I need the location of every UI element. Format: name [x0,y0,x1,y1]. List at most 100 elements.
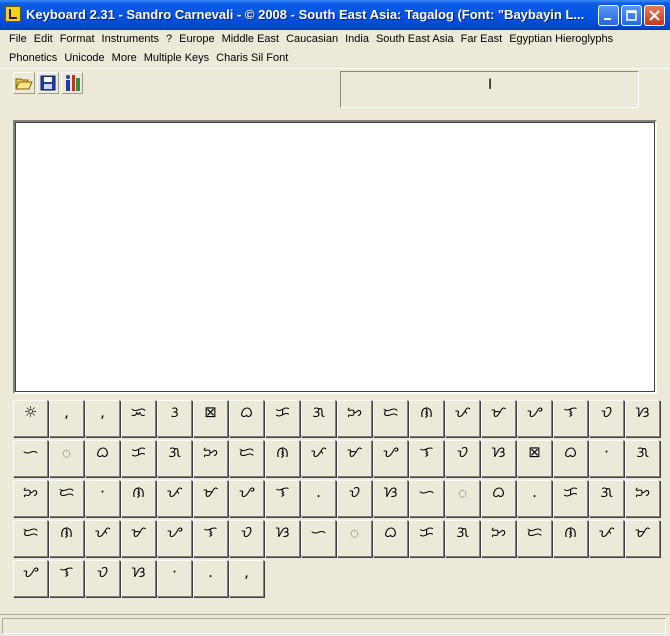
key-r2-c3[interactable]: ᜊ [85,440,120,477]
key-r4-c8[interactable]: ᜐ [265,520,300,557]
close-button[interactable] [644,5,665,26]
key-r2-c15[interactable]: ⊠ [517,440,552,477]
menu-item-europe[interactable]: Europe [170,31,214,49]
key-r5-c6[interactable]: . [193,560,228,597]
menu-item-far-east[interactable]: Far East [452,31,503,49]
key-r2-c4[interactable]: ᜃ [121,440,156,477]
menu-item-egyptian-hieroglyphs[interactable]: Egyptian Hieroglyphs [500,31,613,49]
save-button[interactable] [37,72,59,94]
open-button[interactable] [13,72,35,94]
key-r1-c14[interactable]: ᜋ [481,400,516,437]
key-r4-c14[interactable]: ᜅ [481,520,516,557]
key-r1-c8[interactable]: ᜃ [265,400,300,437]
key-r2-c14[interactable]: ᜐ [481,440,516,477]
menu-item-south-east-asia[interactable]: South East Asia [367,31,454,49]
key-r4-c3[interactable]: ᜉ [85,520,120,557]
key-r3-c9[interactable]: . [301,480,336,517]
key-r4-c18[interactable]: ᜋ [625,520,660,557]
key-r2-c6[interactable]: ᜅ [193,440,228,477]
key-r1-c10[interactable]: ᜅ [337,400,372,437]
key-r1-c13[interactable]: ᜉ [445,400,480,437]
minimize-button[interactable] [598,5,619,26]
key-r4-c9[interactable]: ᜑ [301,520,336,557]
key-r3-c14[interactable]: ᜊ [481,480,516,517]
key-r1-c17[interactable]: ᜏ [589,400,624,437]
key-r4-c4[interactable]: ᜋ [121,520,156,557]
key-r4-c13[interactable]: ᜄ [445,520,480,557]
key-r3-c7[interactable]: ᜌ [229,480,264,517]
key-r4-c6[interactable]: ᜎ [193,520,228,557]
key-r5-c5[interactable]: · [157,560,192,597]
key-r3-c15[interactable]: . [517,480,552,517]
menu-item-india[interactable]: India [336,31,369,49]
key-r1-c12[interactable]: ᜈ [409,400,444,437]
key-r1-c18[interactable]: ᜐ [625,400,660,437]
menu-item-charis-sil-font[interactable]: Charis Sil Font [207,50,288,68]
menu-item-instruments[interactable]: Instruments [93,31,159,49]
menu-item-caucasian[interactable]: Caucasian [277,31,338,49]
menu-item-phonetics[interactable]: Phonetics [0,50,57,68]
maximize-button[interactable] [621,5,642,26]
key-r3-c10[interactable]: ᜏ [337,480,372,517]
key-r5-c7[interactable]: , [229,560,264,597]
key-r3-c11[interactable]: ᜐ [373,480,408,517]
menu-item-unicode[interactable]: Unicode [55,50,104,68]
key-r2-c1[interactable]: ᜑ [13,440,48,477]
key-r3-c6[interactable]: ᜋ [193,480,228,517]
key-r2-c8[interactable]: ᜈ [265,440,300,477]
key-r1-c1[interactable]: ☼ [13,400,48,437]
key-r3-c8[interactable]: ᜎ [265,480,300,517]
menu-item-middle-east[interactable]: Middle East [213,31,279,49]
key-r3-c3[interactable]: · [85,480,120,517]
key-r4-c11[interactable]: ᜊ [373,520,408,557]
key-r3-c2[interactable]: ᜇ [49,480,84,517]
key-r4-c5[interactable]: ᜌ [157,520,192,557]
key-r2-c16[interactable]: ᜊ [553,440,588,477]
key-r2-c18[interactable]: ᜄ [625,440,660,477]
key-r1-c6[interactable]: ⊠ [193,400,228,437]
key-r2-c2[interactable]: ᜀ [49,440,84,477]
key-r1-c16[interactable]: ᜎ [553,400,588,437]
key-r3-c1[interactable]: ᜅ [13,480,48,517]
menu-item-more[interactable]: More [103,50,137,68]
key-r2-c7[interactable]: ᜇ [229,440,264,477]
key-r1-c4[interactable]: ᜁ [121,400,156,437]
key-r1-c5[interactable]: ᜂ [157,400,192,437]
key-r2-c9[interactable]: ᜉ [301,440,336,477]
key-r2-c10[interactable]: ᜋ [337,440,372,477]
key-r4-c10[interactable]: ᜀ [337,520,372,557]
key-r1-c15[interactable]: ᜌ [517,400,552,437]
key-r3-c17[interactable]: ᜄ [589,480,624,517]
key-r3-c12[interactable]: ᜑ [409,480,444,517]
key-r3-c5[interactable]: ᜉ [157,480,192,517]
key-r3-c18[interactable]: ᜅ [625,480,660,517]
key-r1-c3[interactable]: , [85,400,120,437]
key-r4-c16[interactable]: ᜈ [553,520,588,557]
key-r1-c2[interactable]: , [49,400,84,437]
title-bar[interactable]: Keyboard 2.31 - Sandro Carnevali - © 200… [0,0,670,30]
app-icon[interactable] [5,6,21,22]
key-r4-c7[interactable]: ᜏ [229,520,264,557]
key-r5-c2[interactable]: ᜎ [49,560,84,597]
key-r5-c3[interactable]: ᜏ [85,560,120,597]
key-r5-c4[interactable]: ᜐ [121,560,156,597]
key-r4-c12[interactable]: ᜃ [409,520,444,557]
key-r5-c1[interactable]: ᜌ [13,560,48,597]
key-r3-c13[interactable]: ᜀ [445,480,480,517]
key-r4-c17[interactable]: ᜉ [589,520,624,557]
info-button[interactable] [61,72,83,94]
key-r2-c17[interactable]: · [589,440,624,477]
key-r1-c11[interactable]: ᜇ [373,400,408,437]
key-r2-c12[interactable]: ᜎ [409,440,444,477]
menu-item-file[interactable]: File [0,31,27,49]
key-r2-c11[interactable]: ᜌ [373,440,408,477]
menu-item-multiple-keys[interactable]: Multiple Keys [135,50,209,68]
key-r4-c2[interactable]: ᜈ [49,520,84,557]
text-area[interactable] [13,120,657,394]
key-r3-c16[interactable]: ᜃ [553,480,588,517]
key-r4-c15[interactable]: ᜇ [517,520,552,557]
key-r4-c1[interactable]: ᜇ [13,520,48,557]
menu-item-edit[interactable]: Edit [25,31,53,49]
key-r1-c7[interactable]: ᜊ [229,400,264,437]
menu-item-format[interactable]: Format [51,31,95,49]
